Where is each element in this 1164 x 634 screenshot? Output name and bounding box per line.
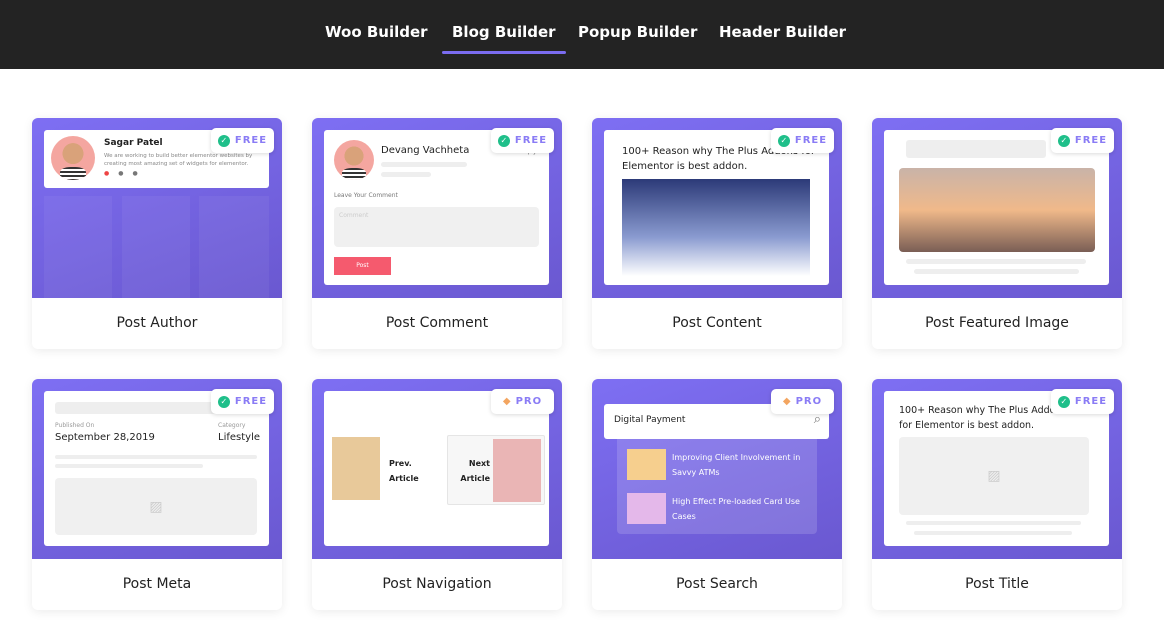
free-badge: ✓ FREE [211,128,274,153]
category-value: Lifestyle [218,432,261,443]
check-icon: ✓ [1057,395,1070,408]
check-icon: ✓ [777,134,790,147]
free-badge: ✓ FREE [211,389,274,414]
widget-card-post-comment[interactable]: Devang Vachheta Reply Leave Your Comment… [312,118,562,349]
free-badge: ✓ FREE [1051,389,1114,414]
tab-popup-builder[interactable]: Popup Builder [578,23,697,41]
widget-card-post-author[interactable]: Sagar Patel We are working to build bett… [32,118,282,349]
card-title: Post Navigation [382,576,492,592]
widget-card-post-search[interactable]: Digital Payment ⌕ Improving Client Invol… [592,379,842,610]
pro-badge: ◆ PRO [491,389,554,414]
tab-woo-builder[interactable]: Woo Builder [325,23,428,41]
search-result[interactable]: High Effect Pre-loaded Card Use Cases [672,494,812,524]
published-date: September 28,2019 [55,432,155,443]
image-placeholder-icon: ▨ [55,478,257,535]
category-label: Category [218,422,246,429]
card-title: Post Search [676,576,758,592]
widget-card-post-meta[interactable]: Published On September 28,2019 Category … [32,379,282,610]
avatar [334,140,374,180]
card-title: Post Title [965,576,1029,592]
featured-image [899,168,1095,252]
diamond-icon: ◆ [502,396,511,407]
widget-card-post-content[interactable]: 100+ Reason why The Plus Addons for Elem… [592,118,842,349]
diamond-icon: ◆ [782,396,791,407]
tab-header-builder[interactable]: Header Builder [719,23,846,41]
author-bio: We are working to build better elementor… [104,153,253,167]
card-title: Post Comment [385,315,489,331]
commenter-name: Devang Vachheta [381,145,470,156]
published-label: Published On [55,422,95,429]
pro-badge: ◆ PRO [771,389,834,414]
widget-card-post-featured-image[interactable]: ✓ FREE Post Featured Image [872,118,1122,349]
top-nav: Woo Builder Blog Builder Popup Builder H… [0,0,1164,69]
leave-comment-label: Leave Your Comment [334,192,398,199]
check-icon: ✓ [217,134,230,147]
prev-article-image [332,437,380,500]
free-badge: ✓ FREE [1051,128,1114,153]
widget-card-post-navigation[interactable]: Prev. Article Next Article ◆ PRO Post Nav… [312,379,562,610]
search-result[interactable]: Improving Client Involvement in Savvy AT… [672,450,812,480]
author-name: Sagar Patel [104,138,163,148]
comment-input[interactable]: Comment [334,207,539,247]
card-title: Post Meta [122,576,192,592]
check-icon: ✓ [497,134,510,147]
post-title-text: 100+ Reason why The Plus Addons for Elem… [899,405,1067,431]
free-badge: ✓ FREE [771,128,834,153]
check-icon: ✓ [1057,134,1070,147]
search-query: Digital Payment [614,415,686,425]
avatar [51,136,95,180]
next-article-link[interactable]: Next Article [452,456,490,486]
widget-card-post-title[interactable]: 100+ Reason why The Plus Addons for Elem… [872,379,1122,610]
card-title: Post Content [672,315,762,331]
social-icons: ●●● [104,170,147,177]
next-article-image [493,439,541,502]
post-button[interactable]: Post [334,257,391,275]
card-title: Post Author [116,315,198,331]
tab-blog-builder[interactable]: Blog Builder [442,23,566,54]
check-icon: ✓ [217,395,230,408]
card-title: Post Featured Image [925,315,1069,331]
handshake-image [622,179,810,276]
prev-article-link[interactable]: Prev. Article [389,456,434,486]
free-badge: ✓ FREE [491,128,554,153]
search-icon[interactable]: ⌕ [814,412,821,427]
image-placeholder-icon: ▨ [899,437,1089,515]
